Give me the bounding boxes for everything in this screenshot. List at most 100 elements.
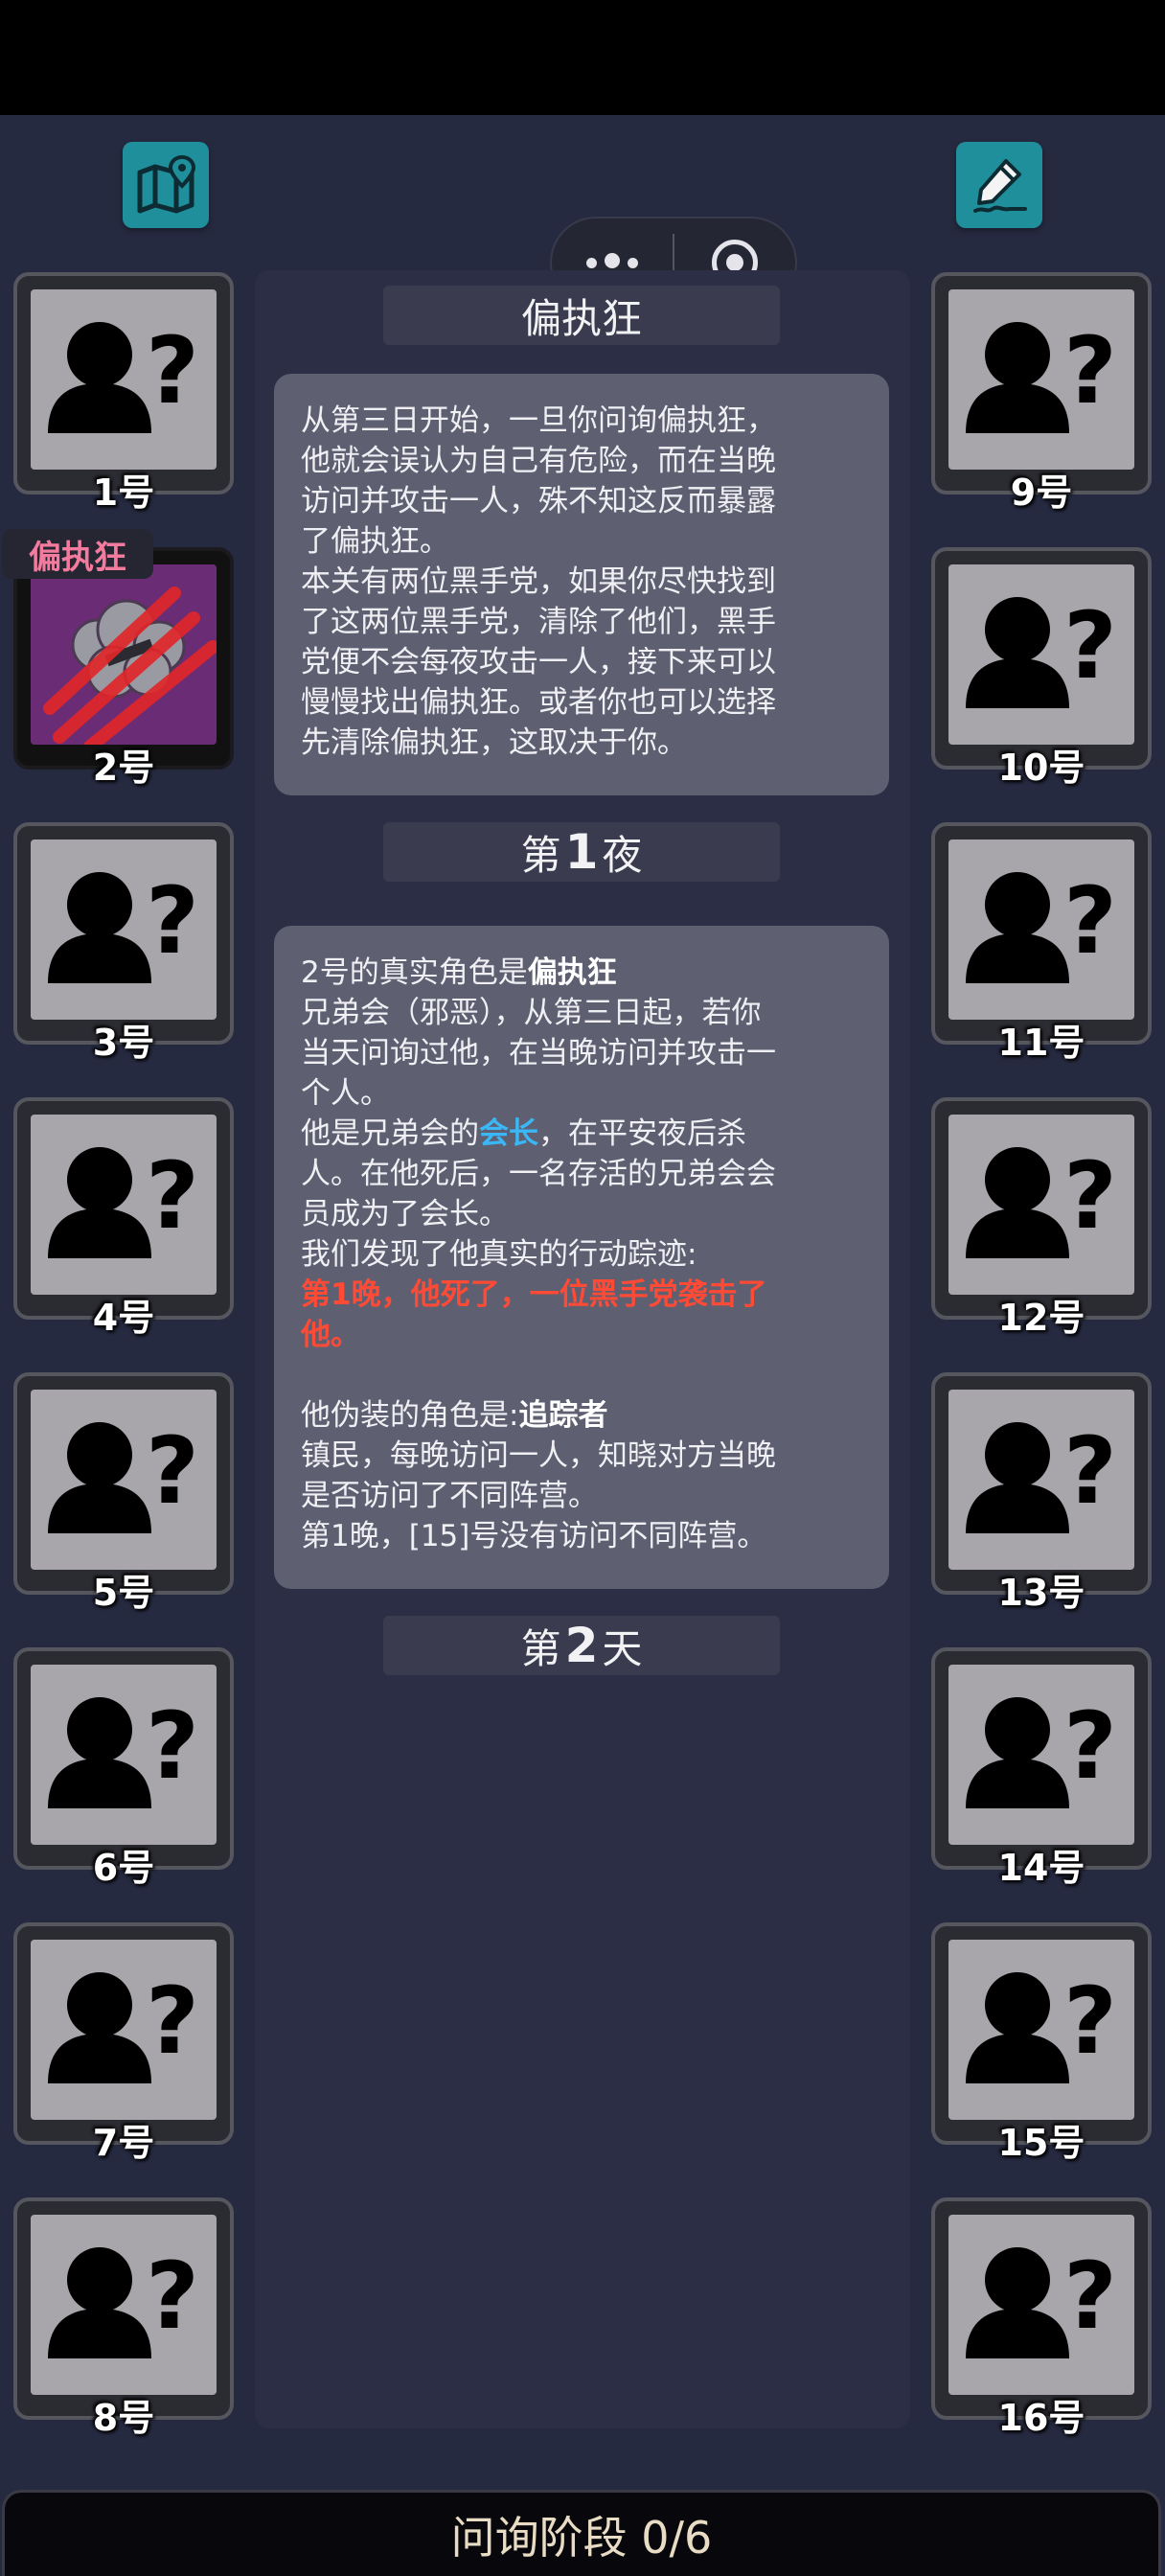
map-button[interactable]	[123, 142, 209, 228]
svg-text:?: ?	[1063, 2242, 1117, 2350]
unknown-player-icon: ?	[966, 1692, 1117, 1808]
leader-line: 他是兄弟会的会长，在平安夜后杀	[301, 1114, 864, 1154]
svg-text:?: ?	[146, 1692, 199, 1800]
player-slot[interactable]: ? 6号	[13, 1647, 234, 1889]
player-slot[interactable]: ? 10号	[931, 547, 1152, 789]
player-slot[interactable]: 2号	[13, 547, 234, 789]
player-number: 2号	[92, 747, 155, 789]
svg-text:?: ?	[146, 2242, 199, 2350]
player-number: 9号	[1010, 472, 1073, 514]
night-1-number: 1	[564, 824, 599, 880]
disguise-line: 他伪装的角色是:追踪者	[301, 1395, 864, 1436]
unknown-player-icon: ?	[48, 867, 199, 983]
player-portrait: ?	[948, 1940, 1134, 2120]
player-portrait: ?	[948, 289, 1134, 470]
player-portrait: ?	[31, 840, 217, 1020]
intro-line: 他就会误认为自己有危险，而在当晚	[301, 444, 776, 478]
player-slot[interactable]: ? 14号	[931, 1647, 1152, 1889]
player-portrait: ?	[31, 1390, 217, 1570]
player-slot[interactable]: ? 3号	[13, 822, 234, 1064]
svg-text:?: ?	[1063, 592, 1117, 700]
reveal-prefix: 2号的真实角色是	[301, 955, 528, 990]
player-portrait: ?	[31, 1665, 217, 1845]
player-number: 4号	[92, 1297, 155, 1339]
unknown-player-icon: ?	[48, 1142, 199, 1258]
role-desc-line: 个人。	[301, 1076, 390, 1111]
player-slot[interactable]: ? 11号	[931, 822, 1152, 1064]
unknown-player-icon: ?	[966, 1142, 1117, 1258]
player-number: 7号	[92, 2122, 155, 2164]
disguise-desc-line: 第1晚，[15]号没有访问不同阵营。	[301, 1519, 767, 1553]
player-portrait: ?	[31, 289, 217, 470]
leader-suffix: ，在平安夜后杀	[538, 1116, 746, 1151]
player-portrait: ?	[31, 1115, 217, 1295]
notes-button[interactable]	[956, 142, 1042, 228]
player-number: 1号	[92, 472, 155, 514]
player-portrait: ?	[31, 2215, 217, 2395]
unknown-player-icon: ?	[966, 867, 1117, 983]
intro-line: 从第三日开始，一旦你问询偏执狂，	[301, 403, 776, 438]
paranoid-role-icon	[31, 564, 217, 745]
intro-line: 慢慢找出偏执狂。或者你也可以选择	[301, 685, 776, 720]
intro-line: 访问并攻击一人，殊不知这反而暴露	[301, 484, 776, 518]
player-slot[interactable]: ? 9号	[931, 272, 1152, 514]
svg-text:?: ?	[146, 317, 199, 425]
svg-text:?: ?	[146, 867, 199, 975]
player-slot[interactable]: ? 7号	[13, 1922, 234, 2164]
day-2-prefix: 第	[520, 1624, 561, 1672]
player-number: 15号	[997, 2122, 1085, 2164]
disguise-desc-line: 镇民，每晚访问一人，知晓对方当晚	[301, 1438, 776, 1473]
svg-text:?: ?	[1063, 317, 1117, 425]
leader-line: 人。在他死后，一名存活的兄弟会会	[301, 1157, 776, 1191]
unknown-player-icon: ?	[966, 1967, 1117, 2083]
player-slot[interactable]: ? 8号	[13, 2197, 234, 2439]
intro-title: 偏执狂	[383, 286, 780, 345]
intro-line: 了偏执狂。	[301, 524, 449, 559]
role-desc-line: 当天问询过他，在当晚访问并攻击一	[301, 1036, 776, 1070]
day-2-header: 第2天	[383, 1616, 780, 1675]
leader-keyword: 会长	[479, 1116, 538, 1151]
player-portrait: ?	[948, 840, 1134, 1020]
leader-line: 我们发现了他真实的行动踪迹:	[301, 1237, 697, 1272]
player-number: 11号	[997, 1022, 1085, 1064]
night-1-suffix: 夜	[602, 831, 643, 879]
unknown-player-icon: ?	[966, 317, 1117, 433]
night-1-card: 2号的真实角色是偏执狂 兄弟会（邪恶），从第三日起，若你 当天问询过他，在当晚访…	[274, 926, 889, 1589]
player-slot[interactable]: ? 4号	[13, 1097, 234, 1339]
unknown-player-icon: ?	[966, 592, 1117, 708]
svg-text:?: ?	[1063, 1417, 1117, 1525]
player-number: 16号	[997, 2397, 1085, 2439]
player-portrait: ?	[948, 564, 1134, 745]
svg-text:?: ?	[1063, 1692, 1117, 1800]
svg-text:?: ?	[146, 1142, 199, 1250]
day-2-number: 2	[564, 1618, 599, 1673]
role-desc-line: 兄弟会（邪恶），从第三日起，若你	[301, 996, 762, 1030]
map-pin-icon	[137, 154, 196, 214]
player-portrait: ?	[948, 1665, 1134, 1845]
player-slot[interactable]: ? 16号	[931, 2197, 1152, 2439]
unknown-player-icon: ?	[48, 317, 199, 433]
pencil-signature-icon	[973, 159, 1027, 213]
disguise-role: 追踪者	[518, 1398, 608, 1433]
svg-text:?: ?	[146, 1417, 199, 1525]
unknown-player-icon: ?	[966, 2242, 1117, 2358]
phase-bar: 问询阶段 0/6	[2, 2490, 1161, 2576]
svg-text:?: ?	[1063, 1967, 1117, 2075]
player-number: 14号	[997, 1847, 1085, 1889]
player-slot[interactable]: ? 13号	[931, 1372, 1152, 1614]
disguise-desc-line: 是否访问了不同阵营。	[301, 1479, 598, 1513]
player-slot[interactable]: ? 12号	[931, 1097, 1152, 1339]
leader-line: 员成为了会长。	[301, 1197, 509, 1231]
reveal-role: 偏执狂	[527, 955, 617, 990]
reveal-line: 2号的真实角色是偏执狂	[301, 953, 864, 993]
player-slot[interactable]: ? 1号	[13, 272, 234, 514]
disguise-prefix: 他伪装的角色是:	[301, 1398, 519, 1433]
unknown-player-icon: ?	[966, 1417, 1117, 1533]
player-number: 13号	[997, 1572, 1085, 1614]
player-slot[interactable]: ? 15号	[931, 1922, 1152, 2164]
day-2-suffix: 天	[602, 1624, 643, 1672]
player-slot[interactable]: ? 5号	[13, 1372, 234, 1614]
intro-line: 先清除偏执狂，这取决于你。	[301, 725, 687, 760]
svg-text:?: ?	[146, 1967, 199, 2075]
